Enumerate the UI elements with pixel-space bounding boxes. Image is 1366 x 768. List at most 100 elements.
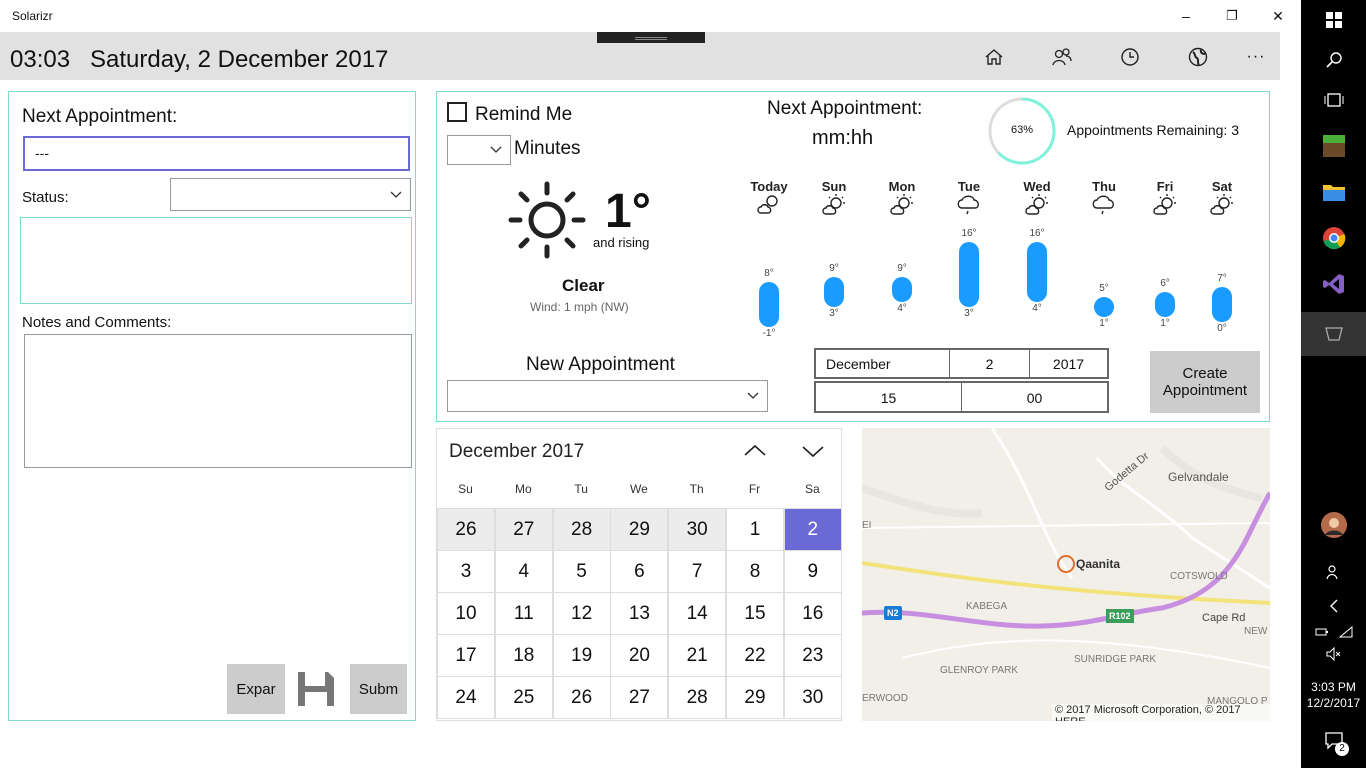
calendar-day-cell[interactable]: 11 [494,592,553,635]
time-minute[interactable]: 00 [962,383,1107,411]
clock-icon[interactable] [1117,44,1143,70]
high-temperature-label: 9° [897,263,907,274]
search-icon[interactable] [1301,40,1366,80]
calendar-weekday-header: Th [689,482,704,496]
calendar-day-cell[interactable]: 23 [783,634,841,677]
temperature-range-bar [759,282,779,327]
calendar-day-cell[interactable]: 30 [783,676,841,719]
calendar-day-cell[interactable]: 8 [726,550,784,593]
date-month[interactable]: December [816,350,950,377]
time-picker[interactable]: 15 00 [814,381,1109,413]
forecast-day-name: Fri [1156,179,1174,194]
calendar-day-cell[interactable]: 28 [668,676,727,719]
time-hour[interactable]: 15 [816,383,962,411]
chevron-down-icon [747,392,759,399]
forecast-day: Fri [1135,179,1195,221]
calendar-day-cell[interactable]: 4 [494,550,553,593]
calendar-day-cell[interactable]: 12 [552,592,611,635]
task-view-icon[interactable] [1301,80,1366,120]
calendar-day-cell[interactable]: 1 [726,508,784,551]
map-label-r102: R102 [1106,609,1134,623]
calendar-day-cell[interactable]: 25 [494,676,553,719]
calendar-day-cell[interactable]: 18 [494,634,553,677]
date-year[interactable]: 2017 [1030,350,1107,377]
people-icon[interactable] [1049,44,1075,70]
forecast-day: Mon [872,179,932,221]
windows-taskbar: 3:03 PM 12/2/2017 2 [1301,0,1366,768]
calendar-day-cell[interactable]: 7 [668,550,727,593]
calendar-day-cell[interactable]: 10 [437,592,495,635]
low-temperature-label: -1° [762,328,776,339]
close-button[interactable]: ✕ [1255,0,1301,32]
calendar-day-cell[interactable]: 19 [552,634,611,677]
minecraft-app-icon[interactable] [1301,126,1366,166]
avatar[interactable] [1301,505,1366,545]
map-view[interactable]: Godetta Dr Gelvandale Qaanita COTSWOLD K… [862,428,1270,721]
notes-textarea[interactable] [24,334,412,468]
create-appointment-button[interactable]: Create Appointment [1150,351,1260,413]
calendar-day-cell[interactable]: 5 [552,550,611,593]
status-dropdown[interactable] [170,178,411,211]
action-center-icon[interactable]: 2 [1301,720,1366,760]
visual-studio-icon[interactable] [1301,264,1366,304]
drag-handle[interactable] [597,32,705,43]
minutes-dropdown[interactable] [447,135,511,165]
calendar-day-cell[interactable]: 26 [552,676,611,719]
calendar-day-cell[interactable]: 16 [783,592,841,635]
file-explorer-icon[interactable] [1301,172,1366,212]
calendar-day-cell[interactable]: 28 [552,508,611,551]
calendar-day-cell[interactable]: 14 [668,592,727,635]
partly-sunny-icon [1192,194,1252,221]
chrome-icon[interactable] [1301,218,1366,258]
active-app-icon[interactable] [1301,312,1366,356]
map-label-sunridge: SUNRIDGE PARK [1074,654,1157,665]
home-icon[interactable] [981,44,1007,70]
submit-button[interactable]: Subm [350,664,407,714]
date-day[interactable]: 2 [950,350,1030,377]
calendar-month-header[interactable]: December 2017 [449,441,584,463]
calendar-day-cell[interactable]: 15 [726,592,784,635]
minimize-button[interactable]: – [1163,0,1209,32]
volume-muted-icon[interactable] [1301,634,1366,674]
forecast-day: Sat [1192,179,1252,221]
calendar-day-cell[interactable]: 13 [610,592,669,635]
new-appointment-dropdown[interactable] [447,380,768,412]
calendar-day-cell[interactable]: 29 [610,508,669,551]
save-icon[interactable] [296,668,336,708]
notes-label: Notes and Comments: [22,314,172,331]
calendar-day-cell[interactable]: 29 [726,676,784,719]
calendar-day-cell[interactable]: 9 [783,550,841,593]
globe-icon[interactable] [1185,44,1211,70]
calendar-day-cell[interactable]: 6 [610,550,669,593]
taskbar-clock[interactable]: 3:03 PM 12/2/2017 [1301,679,1366,711]
maximize-button[interactable]: ❐ [1209,0,1255,32]
high-temperature-label: 16° [1029,228,1045,239]
forecast-day: Thu [1074,179,1134,221]
calendar-day-cell[interactable]: 27 [610,676,669,719]
start-windows-icon[interactable] [1301,0,1366,40]
chevron-up-icon[interactable] [743,441,767,461]
map-label-cotswold: COTSWOLD [1170,571,1228,582]
temperature-trend: and rising [593,235,650,250]
forecast-day-name: Tue [957,179,981,194]
title-bar: Solarizr – ❐ ✕ [0,0,1301,32]
date-picker[interactable]: December 2 2017 [814,348,1109,379]
calendar-day-cell[interactable]: 17 [437,634,495,677]
calendar-day-cell[interactable]: 22 [726,634,784,677]
status-details-textarea[interactable] [20,217,412,304]
next-appointment-heading: Next Appointment: [767,98,923,119]
calendar-day-cell[interactable]: 3 [437,550,495,593]
calendar-day-cell[interactable]: 30 [668,508,727,551]
remind-me-checkbox[interactable] [447,102,467,122]
calendar-day-cell[interactable]: 2 [783,508,841,551]
next-appointment-input[interactable]: --- [23,136,410,171]
calendar-day-cell[interactable]: 20 [610,634,669,677]
calendar-day-cell[interactable]: 27 [494,508,553,551]
calendar-day-cell[interactable]: 24 [437,676,495,719]
header-bar: 03:03 Saturday, 2 December 2017 ··· [0,32,1280,80]
calendar-day-cell[interactable]: 26 [437,508,495,551]
chevron-down-icon[interactable] [801,441,825,461]
expand-button[interactable]: Expar [227,664,285,714]
calendar-day-cell[interactable]: 21 [668,634,727,677]
more-icon[interactable]: ··· [1243,44,1269,70]
